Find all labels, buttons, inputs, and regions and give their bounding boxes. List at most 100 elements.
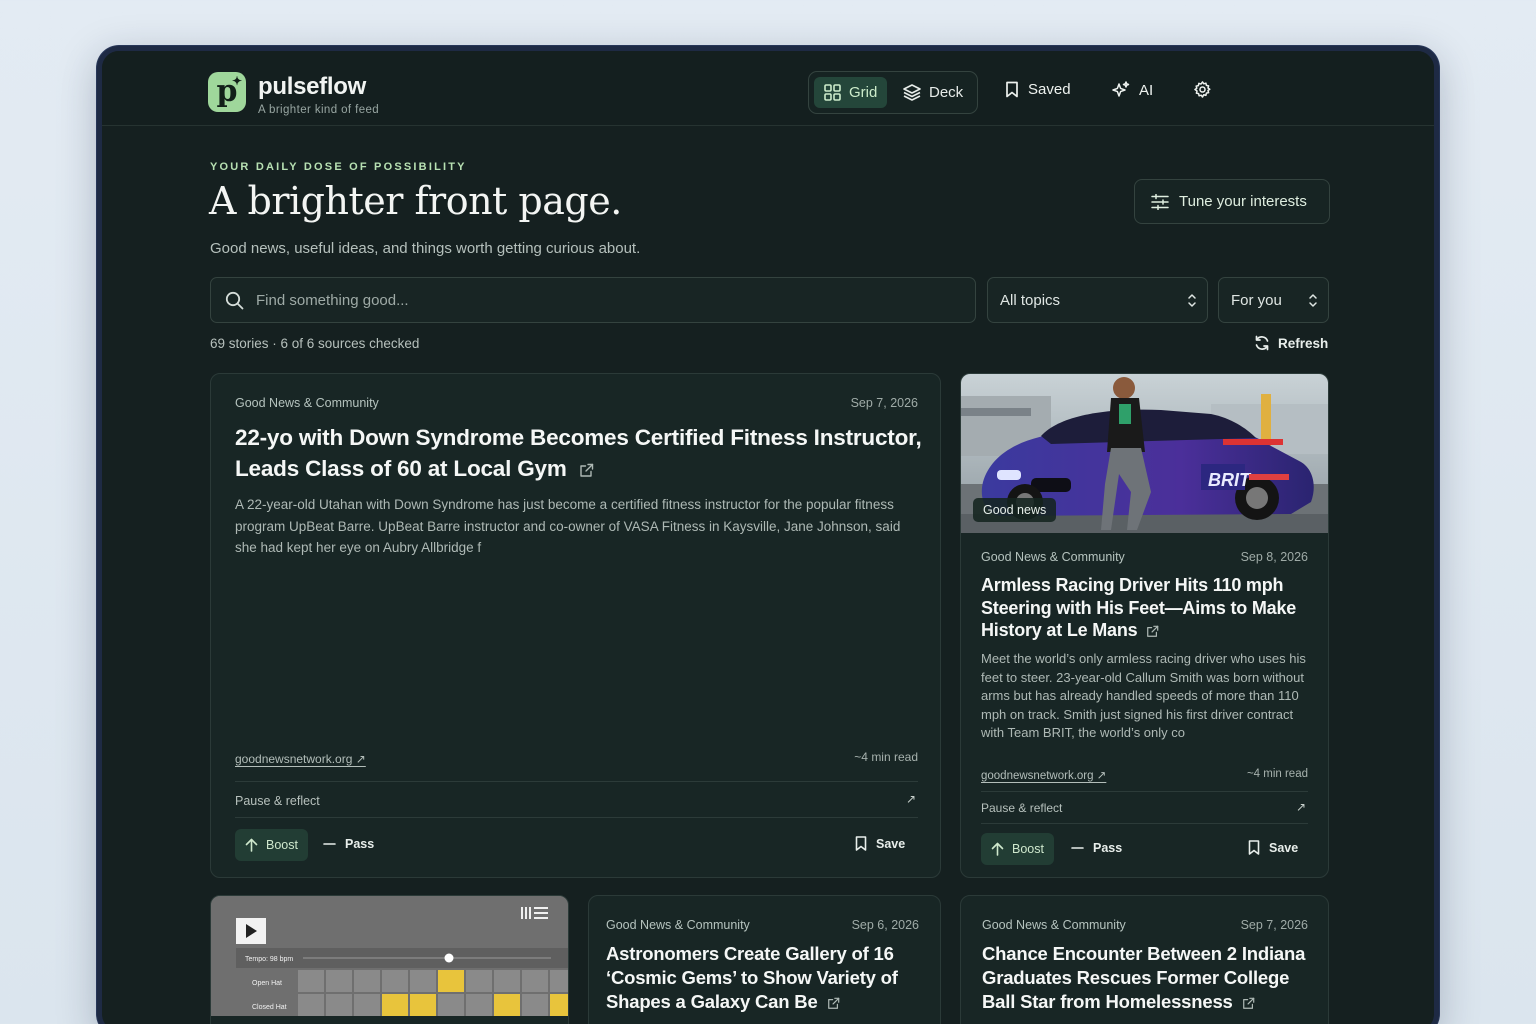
chevron-up-down-icon [1187,293,1197,308]
story-card[interactable]: Good News & Community Sep 7, 2026 Chance… [960,895,1329,1024]
sequencer-step[interactable] [326,970,352,992]
deck-view-button[interactable]: Deck [893,77,973,108]
divider [981,823,1308,824]
topic-select[interactable]: All topics [987,277,1208,323]
story-title: Astronomers Create Gallery of 16 ‘Cosmic… [606,943,898,1012]
story-card[interactable]: Good News & Community Sep 6, 2026 Astron… [588,895,941,1024]
boost-label: Boost [1012,842,1044,856]
boost-button[interactable]: Boost [235,829,308,861]
saved-label: Saved [1028,81,1071,98]
story-card[interactable]: Good News & Community Sep 7, 2026 22-yo … [210,373,941,878]
arrow-up-icon [245,838,258,852]
save-label: Save [876,836,906,851]
story-read-time: ~4 min read [1246,768,1308,780]
story-source-link[interactable]: goodnewsnetwork.org ↗ [235,752,366,766]
logo-icon[interactable]: p ✦ [208,72,246,112]
sequencer-row-label: Closed Hat [252,1004,287,1011]
pass-label: Pass [1093,841,1123,855]
story-title-link[interactable]: 22-yo with Down Syndrome Becomes Certifi… [235,422,925,484]
tempo-label: Tempo: 98 bpm [245,956,293,963]
tune-interests-button[interactable]: Tune your interests [1134,179,1330,224]
ai-label: AI [1139,81,1154,99]
grid-view-label: Grid [849,84,878,101]
story-excerpt: Meet the world’s only armless racing dri… [981,651,1306,740]
pause-reflect-link[interactable]: Pause & reflect [981,801,1062,815]
story-card[interactable]: BRIT Good news Good News & Community Sep… [960,373,1329,878]
sequencer-step[interactable] [494,970,520,992]
hero-eyebrow: YOUR DAILY DOSE OF POSSIBILITY [210,161,467,173]
divider [981,791,1308,792]
refresh-button[interactable]: Refresh [1254,335,1328,351]
sequencer-step[interactable] [438,970,464,992]
app-name[interactable]: pulseflow [258,73,366,101]
sequencer-step[interactable] [382,994,408,1016]
story-title-link[interactable]: Astronomers Create Gallery of 16 ‘Cosmic… [606,942,926,1014]
tempo-slider-handle[interactable] [444,953,454,963]
story-title-link[interactable]: Chance Encounter Between 2 Indiana Gradu… [982,942,1312,1014]
sequencer-step[interactable] [410,970,436,992]
story-title-link[interactable]: Armless Racing Driver Hits 110 mph Steer… [981,574,1311,642]
deck-view-label: Deck [929,84,964,101]
grid-view-button[interactable]: Grid [814,77,888,108]
sequencer-step[interactable] [354,970,380,992]
sequencer-step[interactable] [410,994,436,1016]
sort-select-value: For you [1231,291,1282,309]
save-button[interactable]: Save [1248,840,1298,855]
sequencer-step[interactable] [438,994,464,1016]
sequencer-step[interactable] [494,994,520,1016]
ai-nav-button[interactable]: AI [1111,81,1153,99]
pass-button[interactable]: Pass [323,837,374,851]
car-livery-text: BRIT [1208,470,1252,490]
bookmark-icon [1248,840,1260,855]
story-source-link[interactable]: goodnewsnetwork.org ↗ [981,768,1106,782]
story-title: Chance Encounter Between 2 Indiana Gradu… [982,943,1306,1012]
sequencer-step[interactable] [466,994,492,1016]
top-bar: p ✦ pulseflow A brighter kind of feed Gr… [102,51,1434,126]
external-link-icon [579,463,594,478]
sequencer-row-label: Open Hat [252,980,282,987]
saved-nav-button[interactable]: Saved [1005,81,1071,98]
view-toggle: Grid Deck [808,71,978,114]
story-category: Good News & Community [981,550,1125,564]
sequencer-step[interactable] [522,970,548,992]
settings-button[interactable] [1193,80,1212,99]
sequencer-step[interactable] [550,994,569,1016]
app-tagline: A brighter kind of feed [258,104,380,116]
refresh-icon [1254,335,1270,351]
sort-select[interactable]: For you [1218,277,1329,323]
boost-button[interactable]: Boost [981,833,1054,865]
minus-icon [1071,846,1084,850]
sequencer-step[interactable] [382,970,408,992]
story-date: Sep 8, 2026 [1240,550,1308,564]
sequencer-step[interactable] [354,994,380,1016]
story-date: Sep 7, 2026 [1240,918,1308,932]
story-excerpt: A 22-year-old Utahan with Down Syndrome … [235,497,901,555]
story-count: 69 stories · 6 of 6 sources checked [210,336,420,351]
story-category: Good News & Community [235,396,379,410]
save-button[interactable]: Save [855,836,905,851]
app-window: p ✦ pulseflow A brighter kind of feed Gr… [97,46,1439,1024]
sequencer-step[interactable] [466,970,492,992]
page-title: A brighter front page. [209,179,622,223]
sparkle-icon [1111,81,1130,99]
save-label: Save [1269,840,1299,855]
divider [235,817,918,818]
gear-icon [1193,80,1212,99]
chevron-up-down-icon [1308,293,1318,308]
sequencer-step[interactable] [522,994,548,1016]
arrow-up-right-icon[interactable]: ↗ [1296,800,1306,814]
minus-icon [323,842,336,846]
good-news-badge: Good news [973,498,1057,522]
search-input[interactable] [256,291,906,309]
sequencer-step[interactable] [326,994,352,1016]
sequencer-step[interactable] [298,970,324,992]
story-card[interactable]: Tempo: 98 bpm Open Hat Closed Hat [210,895,569,1024]
grid-icon [824,84,841,101]
sequencer-step[interactable] [298,994,324,1016]
story-category: Good News & Community [982,918,1126,932]
sequencer-step[interactable] [550,970,569,992]
pause-reflect-link[interactable]: Pause & reflect [235,794,320,808]
arrow-up-right-icon[interactable]: ↗ [906,792,916,806]
external-link-icon [827,997,840,1010]
pass-button[interactable]: Pass [1071,841,1122,855]
